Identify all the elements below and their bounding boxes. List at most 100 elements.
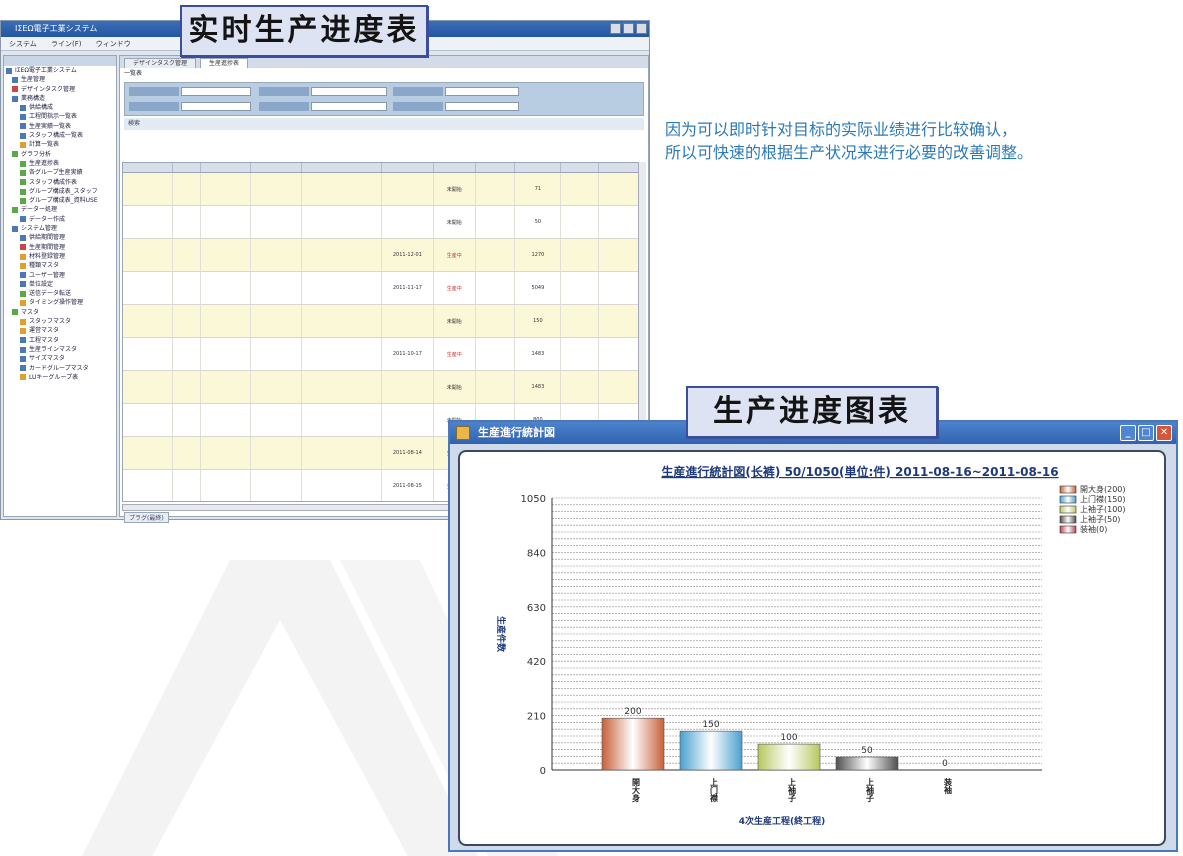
date-field[interactable] xyxy=(311,102,387,111)
tree-item[interactable]: 生産管理 xyxy=(4,75,116,84)
table-cell xyxy=(302,239,382,271)
search-label: 検索 xyxy=(128,120,141,127)
tree-item[interactable]: 工程マスタ xyxy=(4,336,116,345)
tree-item[interactable]: サイズマスタ xyxy=(4,354,116,363)
y-tick-label: 630 xyxy=(527,603,546,614)
table-row[interactable]: 未開始 50 xyxy=(123,206,639,239)
tree-item[interactable]: 業務構造 xyxy=(4,94,116,103)
tree-item[interactable]: グラフ分析 xyxy=(4,150,116,159)
tree-item[interactable]: スタッフ構成作表 xyxy=(4,178,116,187)
tree-item-label: ΙΣΕΩ電子工業システム xyxy=(15,67,77,74)
tree-item[interactable]: グループ構成表_資料USE xyxy=(4,196,116,205)
maximize-button[interactable]: □ xyxy=(1138,425,1154,441)
tree-item[interactable]: 供給構成 xyxy=(4,103,116,112)
folder-icon xyxy=(12,309,18,316)
filter-select[interactable] xyxy=(181,102,251,111)
table-cell: 2011-10-17 xyxy=(382,338,434,370)
tree-item[interactable]: 工程間指示一覧表 xyxy=(4,112,116,121)
table-cell xyxy=(251,470,303,501)
bar xyxy=(835,756,899,771)
tree-item-label: 業務構造 xyxy=(21,94,46,102)
bottom-tab[interactable]: プラグ(最終) xyxy=(124,512,169,523)
tree-item-label: 生産期間管理 xyxy=(29,243,66,251)
bar-value-label: 0 xyxy=(942,759,948,769)
tree-item-label: グループ構成表_資料USE xyxy=(29,197,98,205)
tree-item[interactable]: 生産実績一覧表 xyxy=(4,122,116,131)
minimize-button[interactable]: _ xyxy=(1120,425,1136,441)
tree-item-label: マスタ xyxy=(21,308,40,316)
navigation-tree[interactable]: ΙΣΕΩ電子工業システム 生産管理 デザインタスク管理 業務構造 供給構成 工程間指示一覧… xyxy=(3,55,117,517)
tree-item-label: 生産進捗表 xyxy=(29,159,60,167)
table-row[interactable]: 2011-12-01 生産中 1270 xyxy=(123,239,639,272)
tree-item[interactable]: タイミング操作管理 xyxy=(4,298,116,307)
folder-icon xyxy=(20,244,26,251)
tree-item[interactable]: 運営マスタ xyxy=(4,326,116,335)
menu-item-line[interactable]: ライン(F) xyxy=(51,40,82,48)
table-cell xyxy=(251,272,303,304)
table-row[interactable]: 未開始 71 xyxy=(123,173,639,206)
tree-item-label: 計算一覧表 xyxy=(29,141,60,149)
tree-item[interactable]: LUキーグループ表 xyxy=(4,373,116,382)
table-cell xyxy=(382,173,434,205)
progress-chart-label: 生产进度图表 xyxy=(686,386,938,438)
tree-item[interactable]: 生産期間管理 xyxy=(4,243,116,252)
table-row[interactable]: 未開始 1483 xyxy=(123,371,639,404)
tree-item[interactable]: スタッフマスタ xyxy=(4,317,116,326)
tree-item[interactable]: カードグループマスタ xyxy=(4,364,116,373)
tree-item[interactable]: 生産進捗表 xyxy=(4,159,116,168)
tree-item[interactable]: 材料登録管理 xyxy=(4,252,116,261)
tree-item[interactable]: システム管理 xyxy=(4,224,116,233)
tree-item[interactable]: 計算一覧表 xyxy=(4,140,116,149)
window-title: ΙΣΕΩ電子工業システム xyxy=(15,24,98,33)
bar xyxy=(757,743,821,771)
table-row[interactable]: 未開始 150 xyxy=(123,305,639,338)
maximize-button[interactable] xyxy=(623,23,634,34)
tree-item[interactable]: 供給期間管理 xyxy=(4,233,116,242)
chart-window: 生産進行統計図 _ □ ✕ 生産進行統計図(长裤) 50/1050(単位:件) … xyxy=(448,420,1178,852)
tree-item[interactable]: グループ構成表_スタッフ xyxy=(4,187,116,196)
tree-item[interactable]: 送信データ転送 xyxy=(4,289,116,298)
filter-select[interactable] xyxy=(445,87,519,96)
tree-item-label: 各グループ生産実績 xyxy=(29,169,83,177)
bar-value-label: 150 xyxy=(702,720,719,730)
table-cell: 150 xyxy=(515,305,562,337)
folder-icon xyxy=(12,76,18,83)
tab-production-progress[interactable]: 生産進捗表 xyxy=(200,58,249,68)
filter-select[interactable] xyxy=(311,87,387,96)
table-cell xyxy=(173,206,201,238)
table-row[interactable]: 2011-11-17 生産中 5049 xyxy=(123,272,639,305)
tree-item[interactable]: データー処理 xyxy=(4,205,116,214)
tree-item[interactable]: 単位設定 xyxy=(4,280,116,289)
tree-item[interactable]: マスタ xyxy=(4,308,116,317)
close-button[interactable]: ✕ xyxy=(1156,425,1172,441)
table-cell xyxy=(599,338,639,370)
table-row[interactable]: 2011-10-17 生産中 1483 xyxy=(123,338,639,371)
tab-design-task[interactable]: デザインタスク管理 xyxy=(124,58,197,68)
minimize-button[interactable] xyxy=(610,23,621,34)
table-cell: 未開始 xyxy=(434,173,476,205)
tree-item[interactable]: データー作成 xyxy=(4,215,116,224)
tree-item[interactable]: ΙΣΕΩ電子工業システム xyxy=(4,66,116,75)
close-button[interactable] xyxy=(636,23,647,34)
tree-item[interactable]: 各グループ生産実績 xyxy=(4,168,116,177)
menu-item-system[interactable]: システム xyxy=(9,40,37,48)
legend-label: 上袖子(50) xyxy=(1080,514,1120,524)
tree-item[interactable]: デザインタスク管理 xyxy=(4,85,116,94)
table-cell xyxy=(123,404,173,436)
folder-icon xyxy=(20,188,26,195)
tree-item[interactable]: 種類マスタ xyxy=(4,261,116,270)
date-field[interactable] xyxy=(445,102,519,111)
filter-select[interactable] xyxy=(181,87,251,96)
tree-item-label: 工程マスタ xyxy=(29,336,60,344)
table-cell: 5049 xyxy=(515,272,562,304)
folder-icon xyxy=(20,346,26,353)
search-bar[interactable]: 検索 xyxy=(124,118,644,130)
bar-value-label: 100 xyxy=(780,733,797,743)
tree-item[interactable]: スタッフ構成一覧表 xyxy=(4,131,116,140)
table-cell xyxy=(123,305,173,337)
folder-icon xyxy=(20,142,26,149)
tree-item[interactable]: 生産ラインマスタ xyxy=(4,345,116,354)
menu-item-window[interactable]: ウィンドウ xyxy=(96,40,131,48)
tree-item[interactable]: ユーザー管理 xyxy=(4,271,116,280)
table-cell xyxy=(201,437,251,469)
